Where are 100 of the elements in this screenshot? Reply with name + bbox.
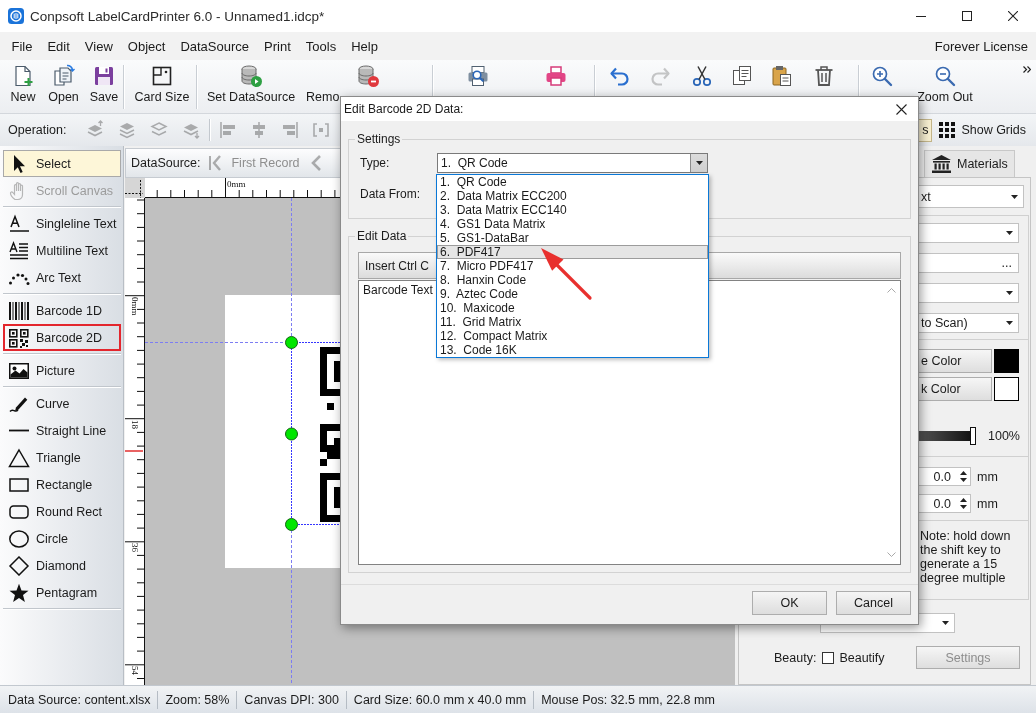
menu-item[interactable]: Tools [298,35,344,57]
picture-tool[interactable]: Picture [3,357,121,384]
menu-item[interactable]: Edit [39,35,78,57]
pentagram-tool[interactable]: Pentagram [3,579,121,606]
printer-icon [544,64,568,88]
menu-item[interactable]: Print [256,35,299,57]
card-size-button[interactable]: Card Size [130,60,194,108]
menu-item[interactable]: Help [343,35,386,57]
scroll-up-icon [887,288,896,293]
rectangle-tool[interactable]: Rectangle [3,471,121,498]
menu-item[interactable]: View [77,35,121,57]
dropdown-option[interactable]: 4. GS1 Data Matrix [437,217,708,231]
diamond-icon [8,555,30,576]
unit-label: mm [977,496,998,511]
show-grids-button[interactable]: Show Grids [934,118,1031,142]
bank-icon [932,155,951,173]
barcode-1d-tool[interactable]: Barcode 1D [3,297,121,324]
type-dropdown[interactable]: 1. QR Code [437,153,708,173]
zoom-in-icon [870,64,894,88]
select-tool[interactable]: Select [3,150,121,177]
frame-icon [150,64,174,88]
dpi-status: Canvas DPI: 300 [244,692,339,707]
open-button[interactable]: Open [44,60,83,108]
save-button[interactable]: Save [87,60,121,108]
circle-tool[interactable]: Circle [3,525,121,552]
triangle-tool[interactable]: Triangle [3,444,121,471]
round-rect-tool[interactable]: Round Rect [3,498,121,525]
multiline-text-tool[interactable]: Multiline Text [3,237,121,264]
menu-item[interactable]: File [4,35,40,57]
maximize-icon [962,11,972,21]
dropdown-option[interactable]: 7. Micro PDF417 [437,259,708,273]
card-size-status: Card Size: 60.0 mm x 40.0 mm [353,692,527,707]
singleline-text-tool[interactable]: Singleline Text [3,210,121,237]
straight-line-tool[interactable]: Straight Line [3,417,121,444]
insert-button[interactable]: Insert Ctrl C [365,258,429,273]
caret-down-icon [1006,231,1013,235]
caret-down-icon [695,161,703,165]
qr-code-icon [8,327,30,348]
clipboard-icon [770,64,794,88]
menu-item[interactable]: Object [120,35,173,57]
mouse-position-marker [125,449,143,452]
a-lines-icon [8,240,30,261]
opacity-reading: 100% [988,429,1020,443]
ruler-label: 0mm [130,297,139,316]
bracket-icon [311,120,332,140]
dropdown-option[interactable]: 10. Maxicode [437,301,708,315]
barcode-2d-tool[interactable]: Barcode 2D [3,324,121,351]
mouse-position-status: Mouse Pos: 32.5 mm, 22.8 mm [541,692,715,707]
operation-label: Operation: [8,123,67,137]
dropdown-option[interactable]: 13. Code 16K [437,343,708,357]
zoom-status: Zoom: 58% [165,692,230,707]
picture-icon [8,360,30,381]
materials-tab[interactable]: Materials [924,150,1015,177]
close-icon [1008,11,1018,21]
triangle-icon [8,447,30,468]
cancel-button[interactable]: Cancel [836,591,911,615]
datasource-label: DataSource: [131,156,201,170]
dropdown-option[interactable]: 1. QR Code [437,175,708,189]
arc-text-tool[interactable]: Arc Text [3,264,121,291]
dropdown-option[interactable]: 2. Data Matrix ECC200 [437,189,708,203]
dropdown-option[interactable]: 3. Data Matrix ECC140 [437,203,708,217]
zoom-out-icon [933,64,957,88]
close-icon [895,103,907,115]
toggle-button[interactable]: s [919,118,933,142]
underlined-a-icon [8,213,30,234]
checkbox[interactable] [822,651,835,664]
double-chevron-icon [1023,66,1031,73]
spin-arrows-icon [960,498,967,509]
app-logo-icon [8,8,24,24]
scroll-down-icon [887,552,896,557]
dropdown-option[interactable]: 6. PDF417 [437,245,708,259]
field-label: Beauty: [774,650,817,665]
dropdown-option[interactable]: 9. Aztec Code [437,287,708,301]
dropdown-option[interactable]: 5. GS1-DataBar [437,231,708,245]
dropdown-option[interactable]: 11. Grid Matrix [437,315,708,329]
field-label: Type: [360,156,391,170]
zoom-out-button[interactable]: Zoom Out [914,60,976,108]
align-right-icon [280,120,301,140]
dropdown-arrow-button[interactable] [690,154,707,172]
selection-handle[interactable] [285,427,298,441]
caret-down-icon [1006,291,1013,295]
new-button[interactable]: New [6,60,40,108]
more-tools-button[interactable] [1023,66,1031,73]
slider-thumb[interactable] [970,427,976,445]
caret-down-icon [1011,194,1018,199]
scissors-icon [690,64,714,88]
menu-item[interactable]: DataSource [172,35,257,57]
dropdown-option[interactable]: 12. Compact Matrix [437,329,708,343]
diamond-tool[interactable]: Diamond [3,552,121,579]
ruler-label: 0mm [227,180,246,189]
ruler-corner [125,178,145,198]
copy-icon [730,64,754,88]
browse-button[interactable]: ... [1001,258,1012,268]
field-label: Data From: [360,187,421,201]
set-datasource-button[interactable]: Set DataSource [203,60,299,108]
ok-button[interactable]: OK [752,591,827,615]
ruler-label: 18 [130,419,139,429]
group-title: Settings [355,131,403,147]
curve-tool[interactable]: Curve [3,390,121,417]
ruler-label: 54 [130,665,139,675]
